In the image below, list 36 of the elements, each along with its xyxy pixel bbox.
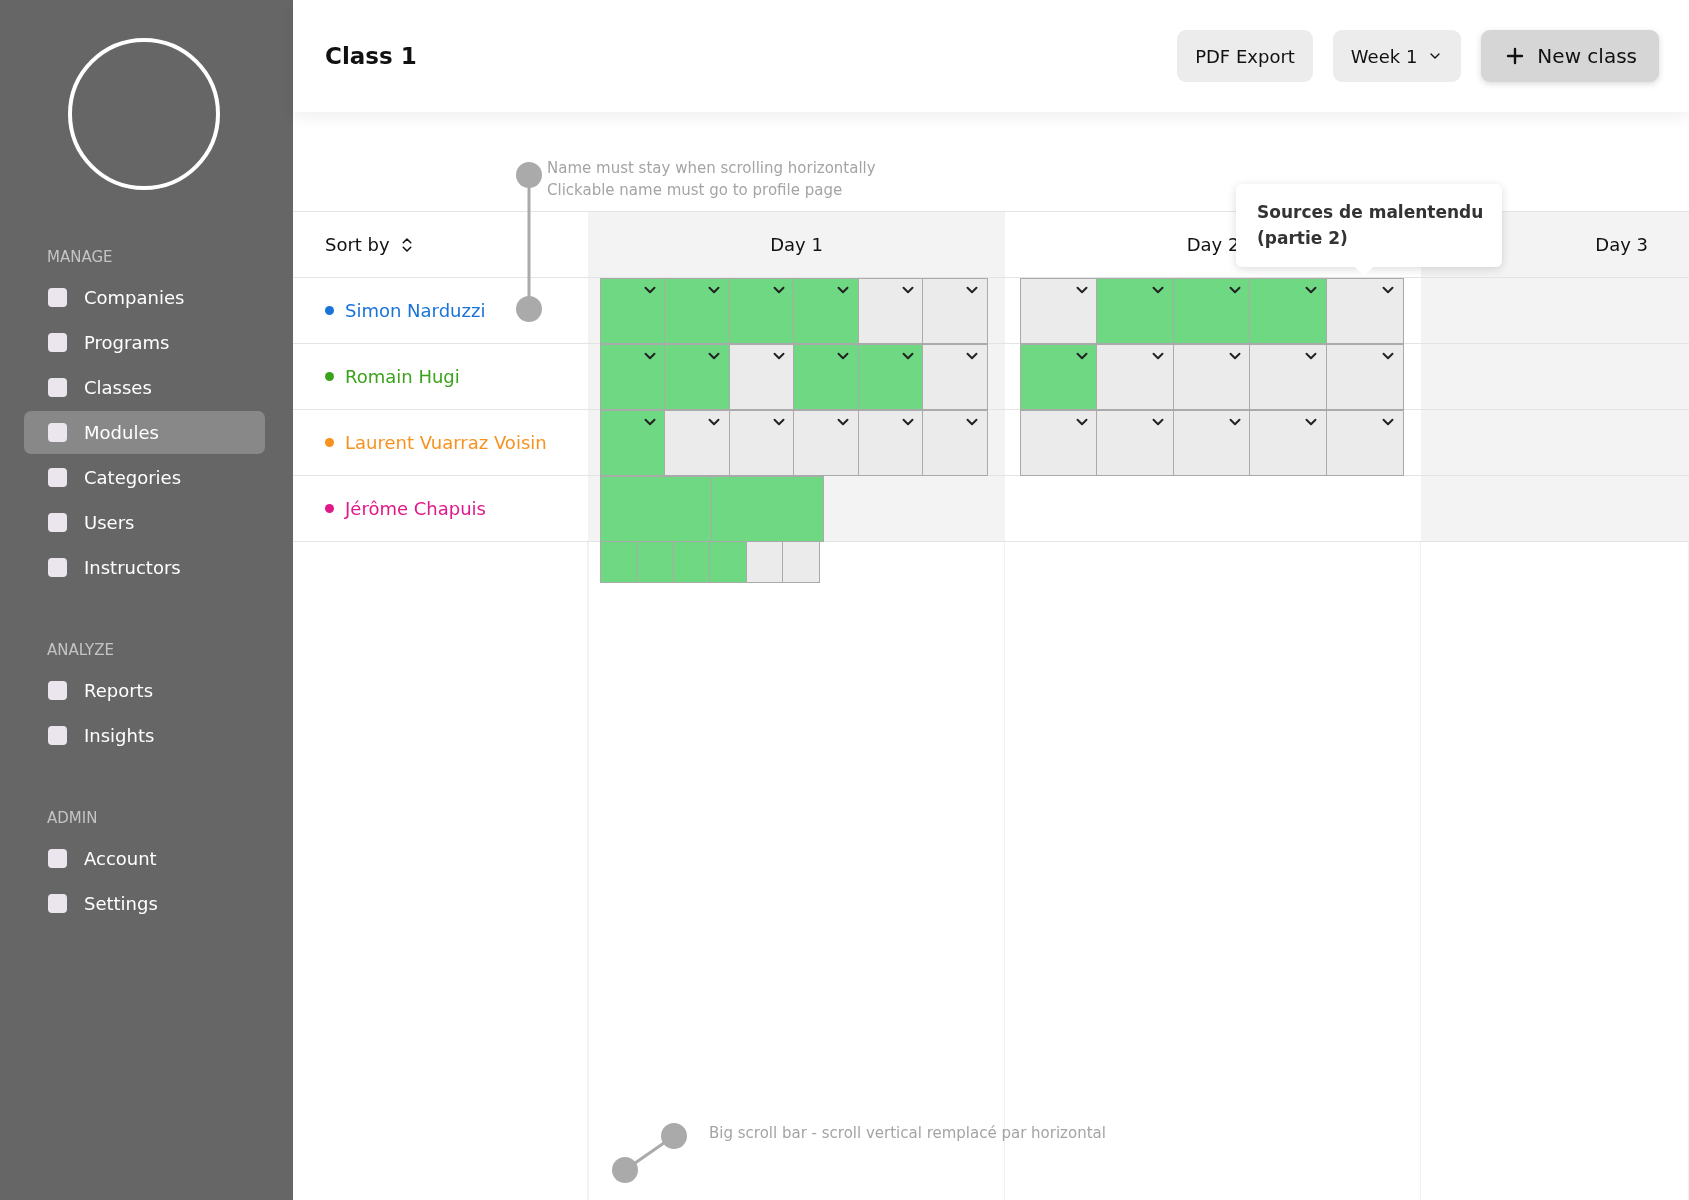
sidebar-item[interactable]: Classes [24, 366, 265, 409]
sidebar-item-label: Account [84, 848, 157, 869]
sidebar-item[interactable]: Insights [24, 714, 265, 757]
sidebar-item[interactable]: Instructors [24, 546, 265, 589]
sidebar-item-label: Classes [84, 377, 152, 398]
student-name-link[interactable]: Romain Hugi [345, 366, 460, 387]
sidebar-item-label: Users [84, 512, 135, 533]
sort-button[interactable]: Sort by [325, 234, 416, 255]
sidebar-item-label: Categories [84, 467, 182, 488]
sidebar-item[interactable]: Users [24, 501, 265, 544]
sidebar-item[interactable]: Companies [24, 276, 265, 319]
page-title: Class 1 [325, 43, 418, 69]
sidebar-item[interactable]: Categories [24, 456, 265, 499]
sidebar-item-label: Settings [84, 893, 158, 914]
sidebar-item[interactable]: Settings [24, 882, 265, 925]
sidebar-item-label: Programs [84, 332, 170, 353]
sidebar-item[interactable]: Reports [24, 669, 265, 712]
annotation-note: Name must stay when scrolling horizontally Clickable name must go to profile page [547, 158, 876, 201]
week-dropdown[interactable]: Week 1 [1332, 30, 1462, 82]
section-heading: MANAGE [47, 248, 114, 266]
student-name-link[interactable]: Simon Narduzzi [345, 300, 486, 321]
sidebar-item-label: Insights [84, 725, 155, 746]
sidebar-item-label: Modules [84, 422, 159, 443]
sidebar-item-label: Instructors [84, 557, 181, 578]
sidebar-item-label: Reports [84, 680, 154, 701]
sidebar-item-label: Companies [84, 287, 185, 308]
sidebar-item[interactable]: Programs [24, 321, 265, 364]
student-name-link[interactable]: Jérôme Chapuis [345, 498, 486, 519]
day-header: Day 1 [588, 212, 1005, 278]
section-heading: ANALYZE [47, 641, 116, 659]
sidebar-item[interactable]: Modules [24, 411, 265, 454]
sidebar-item[interactable]: Account [24, 837, 265, 880]
section-heading: ADMIN [47, 809, 99, 827]
export-button[interactable]: PDF Export [1177, 30, 1313, 82]
new-class-button[interactable]: New class [1481, 30, 1659, 82]
annotation-note: Big scroll bar - scroll vertical remplacé par horizontal [709, 1123, 1106, 1144]
